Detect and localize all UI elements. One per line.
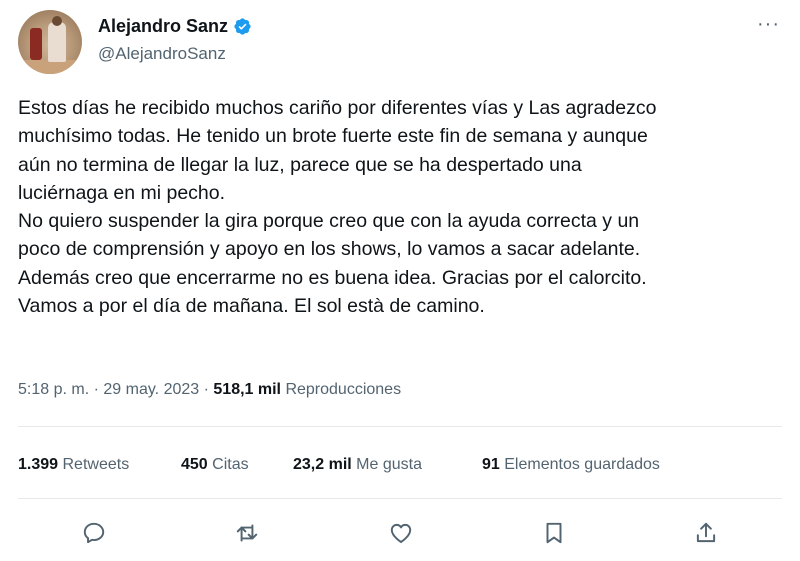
retweet-icon[interactable] [231,517,263,549]
bookmark-icon[interactable] [538,517,570,549]
stat-bookmarks[interactable]: 91 Elementos guardados [482,456,660,474]
stat-bookmarks-label: Elementos guardados [504,456,660,473]
stat-likes[interactable]: 23,2 mil Me gusta [293,456,422,474]
author-display-name[interactable]: Alejandro Sanz [98,16,228,37]
meta-separator: · [93,381,99,398]
verified-badge-icon [233,17,252,36]
views-label: Reproducciones [285,381,402,398]
stat-quotes[interactable]: 450 Citas [181,456,249,474]
meta-separator: · [203,381,209,398]
stat-retweets-count: 1.399 [18,456,59,473]
avatar-figure-left [30,28,42,60]
stat-retweets-label: Retweets [62,456,130,473]
reply-icon[interactable] [78,517,110,549]
author-name-row: Alejandro Sanz [98,16,252,37]
divider [18,498,782,499]
stat-quotes-label: Citas [212,456,249,473]
like-icon[interactable] [385,517,417,549]
avatar-figure-body [48,22,66,62]
action-bar [0,517,800,549]
more-options-icon[interactable]: ··· [757,14,780,34]
share-icon[interactable] [690,517,722,549]
tweet-date[interactable]: 29 may. 2023 [103,381,199,398]
stat-likes-label: Me gusta [356,456,422,473]
avatar-floor [18,60,82,74]
views-count: 518,1 mil [213,381,281,398]
divider [18,426,782,427]
tweet-text: Estos días he recibido muchos cariño por… [18,97,657,318]
avatar[interactable] [18,10,82,74]
tweet-meta: 5:18 p. m. · 29 may. 2023 · 518,1 mil Re… [18,381,401,399]
author-handle[interactable]: @AlejandroSanz [98,44,226,64]
stat-retweets[interactable]: 1.399 Retweets [18,456,129,474]
stat-bookmarks-count: 91 [482,456,500,473]
stat-quotes-count: 450 [181,456,208,473]
stat-likes-count: 23,2 mil [293,456,352,473]
avatar-figure-head [52,16,62,26]
tweet-time[interactable]: 5:18 p. m. [18,381,89,398]
